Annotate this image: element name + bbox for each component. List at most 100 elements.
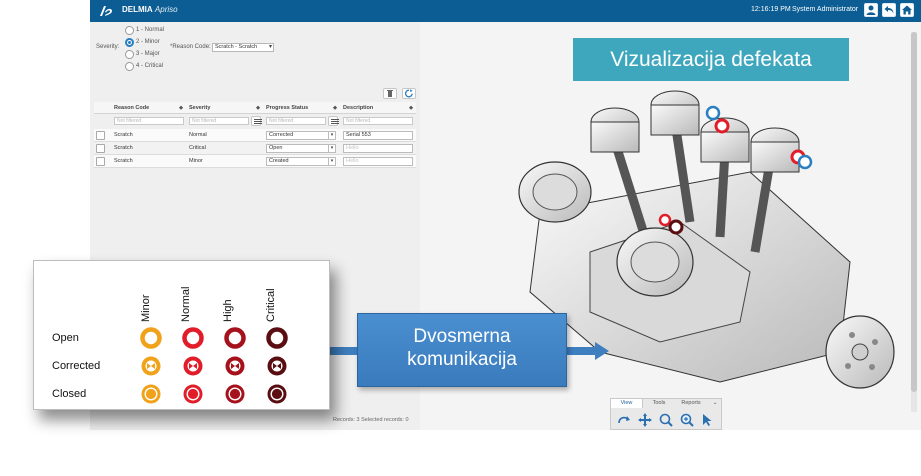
status-value: Created xyxy=(269,158,289,164)
pan-button[interactable] xyxy=(636,411,654,429)
cell-reason-code: Scratch xyxy=(114,158,133,164)
filter-reason-code[interactable]: Not filtered xyxy=(114,117,184,125)
refresh-button[interactable] xyxy=(402,88,416,99)
tab-tools[interactable]: Tools xyxy=(645,399,673,408)
cell-severity: Normal xyxy=(189,132,207,138)
column-label: Progress Status xyxy=(266,105,309,111)
user-name: System Administrator xyxy=(792,6,859,13)
row-checkbox[interactable] xyxy=(96,144,105,153)
severity-option-label: 1 - Normal xyxy=(136,27,165,33)
viewer-toolbar: View Tools Reports ⌄ xyxy=(610,398,722,430)
severity-radio-normal[interactable] xyxy=(125,26,134,35)
description-input[interactable]: Serial 553 xyxy=(343,131,413,140)
table-row[interactable]: Scratch Minor Created ▾ Hello xyxy=(94,155,416,168)
visualization-title: Vizualizacija defekata xyxy=(573,38,849,81)
status-select[interactable]: Open ▾ xyxy=(266,144,336,153)
callout-line: komunikacija xyxy=(407,349,517,370)
column-header-progress-status[interactable]: Progress Status ◆ xyxy=(263,102,340,114)
corrected-high-icon xyxy=(224,355,246,377)
zoom-fit-button[interactable] xyxy=(657,411,675,429)
legend-row-label: Closed xyxy=(52,388,87,400)
menu-icon xyxy=(331,119,339,124)
communication-callout: Dvosmerna komunikacija xyxy=(357,313,567,387)
scrollbar-thumb[interactable] xyxy=(911,32,917,392)
severity-radio-major[interactable] xyxy=(125,50,134,59)
sort-icon: ◆ xyxy=(256,105,260,111)
severity-option-label: 3 - Major xyxy=(136,51,160,57)
status-legend: Minor Normal High Critical Open Correcte… xyxy=(33,260,330,410)
pan-icon xyxy=(638,413,652,427)
user-profile-button[interactable] xyxy=(864,3,878,17)
table-row[interactable]: Scratch Normal Corrected ▾ Serial 553 xyxy=(94,129,416,142)
tab-view[interactable]: View xyxy=(611,399,643,408)
row-checkbox[interactable] xyxy=(96,157,105,166)
sort-icon: ◆ xyxy=(333,105,337,111)
rotate-icon xyxy=(618,416,630,424)
severity-label: Severity: xyxy=(96,44,120,50)
filter-progress-status[interactable]: Not filtered xyxy=(266,117,326,125)
home-icon xyxy=(902,5,912,15)
filter-menu-button[interactable] xyxy=(328,116,339,126)
open-high-icon xyxy=(224,327,246,349)
column-header-reason-code[interactable]: Reason Code ◆ xyxy=(94,102,186,114)
top-bar: DELMIA Apriso 12:16:19 PM System Adminis… xyxy=(90,0,921,22)
rotate-button[interactable] xyxy=(615,411,633,429)
legend-column-high: High xyxy=(222,278,238,322)
closed-normal-icon xyxy=(182,383,204,405)
zoom-button[interactable] xyxy=(678,411,696,429)
legend-column-normal: Normal xyxy=(180,278,196,322)
viewer-scrollbar[interactable] xyxy=(911,32,917,412)
status-select[interactable]: Created ▾ xyxy=(266,157,336,166)
column-header-severity[interactable]: Severity ◆ xyxy=(186,102,263,114)
severity-option-label: 4 - Critical xyxy=(136,63,164,69)
collapse-button[interactable]: ⌄ xyxy=(709,399,721,408)
home-button[interactable] xyxy=(900,3,914,17)
status-value: Corrected xyxy=(269,132,294,138)
closed-critical-icon xyxy=(266,383,288,405)
table-row[interactable]: Scratch Critical Open ▾ Hello xyxy=(94,142,416,155)
severity-radio-minor[interactable] xyxy=(125,38,134,47)
corrected-critical-icon xyxy=(266,355,288,377)
status-select[interactable]: Corrected ▾ xyxy=(266,131,336,140)
brand-name: DELMIA xyxy=(122,5,153,14)
clock: 12:16:19 PM xyxy=(751,6,791,13)
tab-reports[interactable]: Reports xyxy=(675,399,707,408)
filter-severity[interactable]: Not filtered xyxy=(189,117,249,125)
select-button[interactable] xyxy=(699,411,717,429)
zoom-icon xyxy=(680,413,694,427)
severity-radio-critical[interactable] xyxy=(125,62,134,71)
arrow-right-icon xyxy=(567,342,609,360)
reason-code-select[interactable]: Scratch - Scratch xyxy=(212,43,274,52)
column-header-description[interactable]: Description ◆ xyxy=(340,102,416,114)
delete-button[interactable] xyxy=(383,88,397,99)
legend-column-label: High xyxy=(222,299,234,322)
filter-menu-button[interactable] xyxy=(251,116,262,126)
product-name: Apriso xyxy=(154,5,178,14)
caret-down-icon: ▾ xyxy=(328,132,335,139)
legend-row-label: Open xyxy=(52,332,79,344)
records-status: Records: 3 Selected records: 0 xyxy=(333,417,409,423)
filter-description[interactable]: Not filtered xyxy=(343,117,413,125)
description-input[interactable]: Hello xyxy=(343,144,413,153)
closed-minor-icon xyxy=(140,383,162,405)
row-checkbox[interactable] xyxy=(96,131,105,140)
app-title: DELMIA Apriso xyxy=(122,5,178,14)
open-minor-icon xyxy=(140,327,162,349)
corrected-normal-icon xyxy=(182,355,204,377)
callout-line: Dvosmerna xyxy=(413,326,511,347)
stage: DELMIA Apriso 12:16:19 PM System Adminis… xyxy=(0,0,921,476)
legend-column-label: Minor xyxy=(140,294,152,322)
legend-column-critical: Critical xyxy=(265,278,281,322)
caret-down-icon: ▾ xyxy=(328,158,335,165)
ds-logo-icon xyxy=(100,6,112,16)
chevron-down-icon: ⌄ xyxy=(712,400,718,406)
legend-column-label: Normal xyxy=(180,286,192,322)
back-button[interactable] xyxy=(882,3,896,17)
user-icon xyxy=(866,5,876,15)
open-critical-icon xyxy=(266,327,288,349)
reason-code-label: *Reason Code: xyxy=(170,44,211,50)
column-label: Description xyxy=(343,105,374,111)
cell-reason-code: Scratch xyxy=(114,145,133,151)
trash-icon xyxy=(387,90,393,97)
description-input[interactable]: Hello xyxy=(343,157,413,166)
